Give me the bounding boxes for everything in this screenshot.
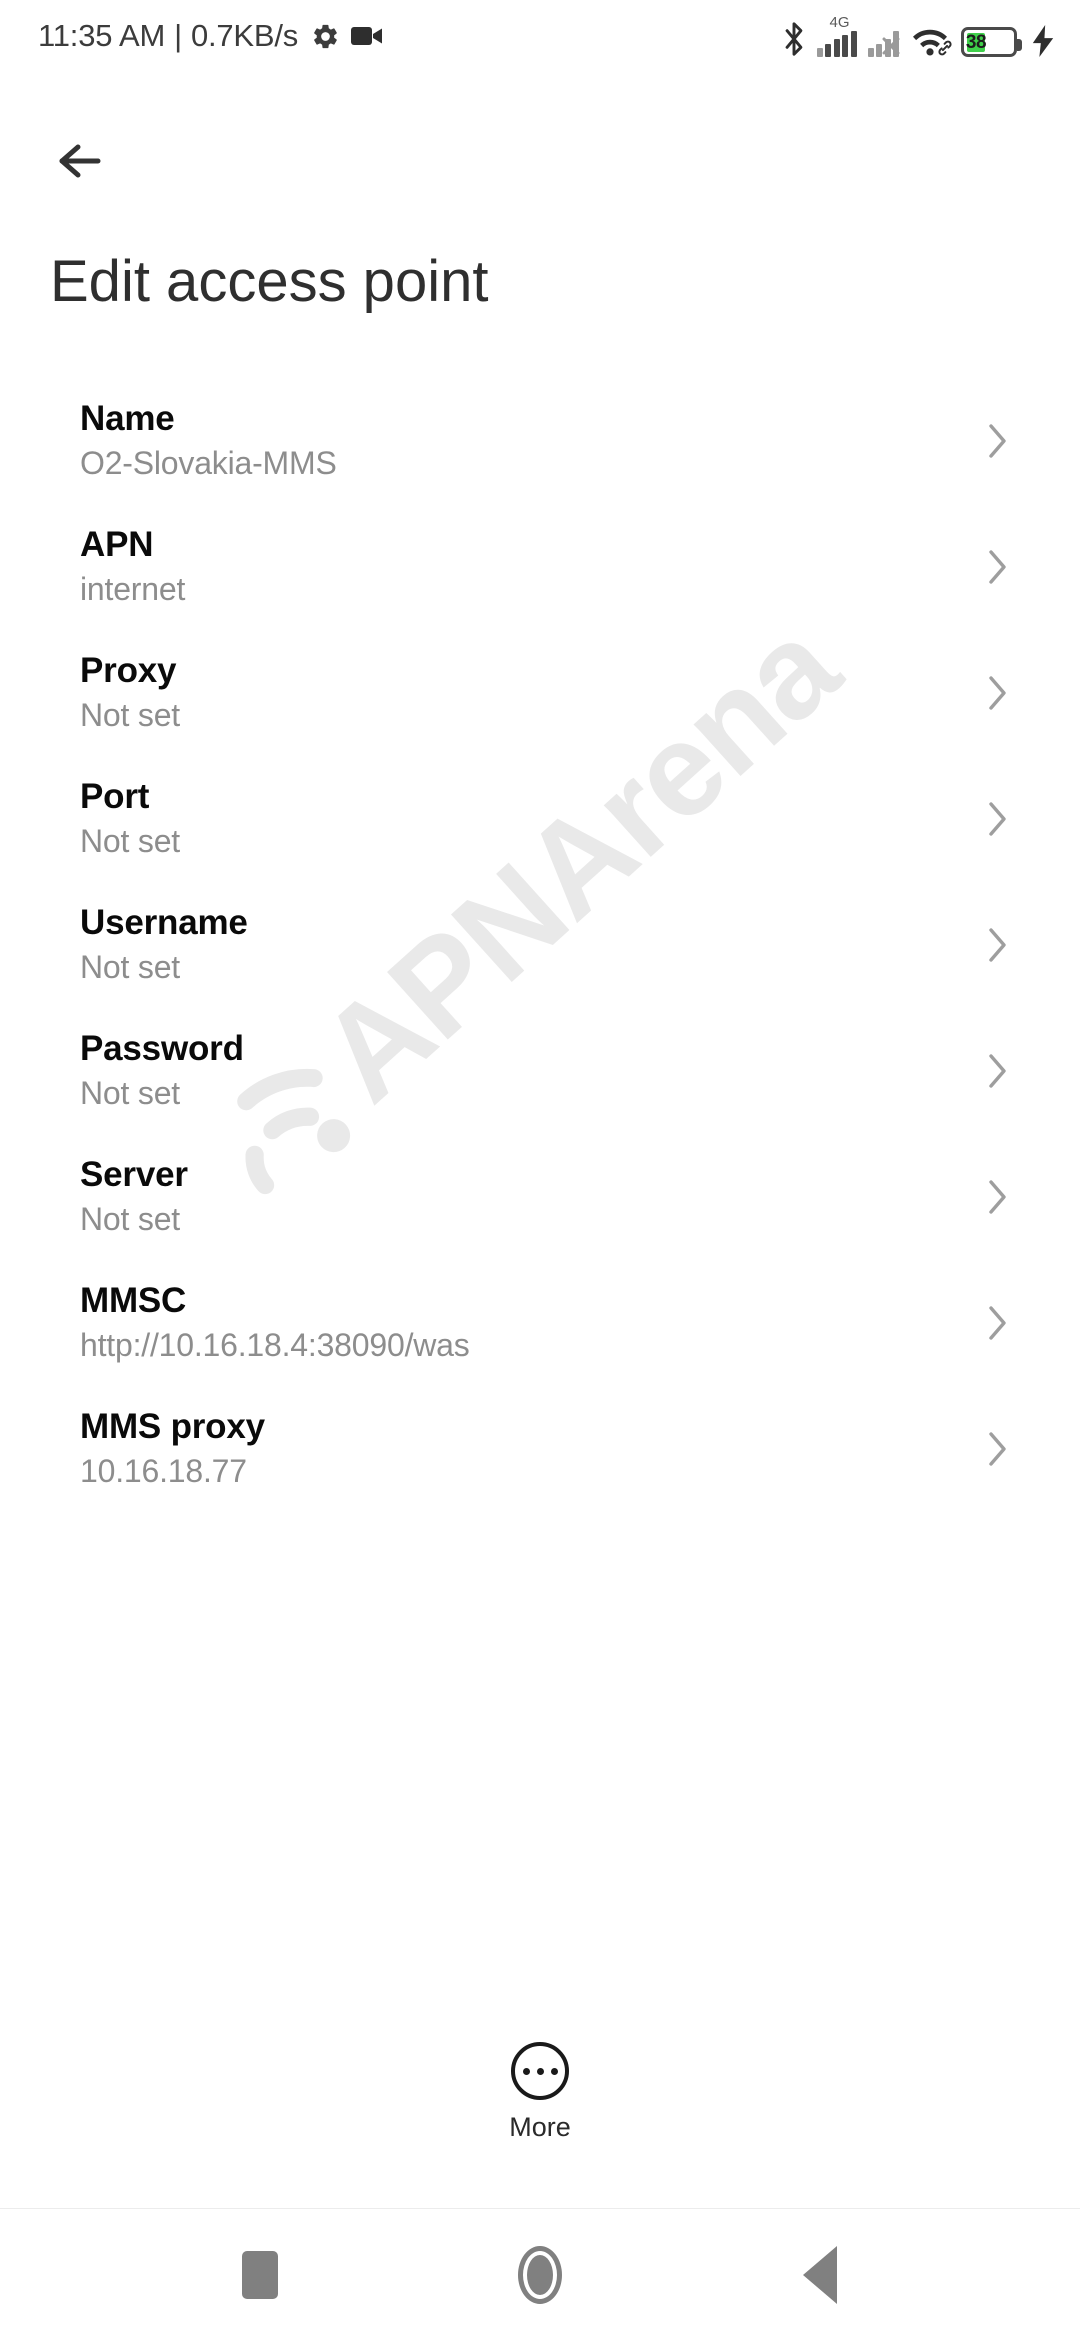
overflow-dots-icon — [511, 2042, 569, 2100]
back-button[interactable] — [42, 125, 118, 201]
settings-list: Name O2-Slovakia-MMS APN internet Proxy … — [0, 378, 1080, 1512]
sim1-signal-group: 4G — [816, 14, 857, 57]
chevron-right-icon — [974, 670, 1020, 716]
settings-row-server[interactable]: Server Not set — [0, 1134, 1080, 1260]
navigation-bar — [0, 2208, 1080, 2340]
chevron-right-icon — [974, 1426, 1020, 1472]
settings-row-username[interactable]: Username Not set — [0, 882, 1080, 1008]
bluetooth-icon — [782, 21, 806, 57]
sim1-network-label: 4G — [829, 14, 850, 31]
row-label: Proxy — [80, 650, 177, 690]
row-value: 10.16.18.77 — [80, 1453, 247, 1490]
row-label: Server — [80, 1154, 188, 1194]
video-camera-icon — [351, 25, 383, 47]
chevron-right-icon — [974, 418, 1020, 464]
battery-percent: 38 — [965, 31, 987, 53]
row-label: Username — [80, 902, 248, 942]
square-recents-icon — [242, 2250, 278, 2299]
chevron-right-icon — [974, 1174, 1020, 1220]
settings-row-proxy[interactable]: Proxy Not set — [0, 630, 1080, 756]
row-value: http://10.16.18.4:38090/was — [80, 1327, 470, 1364]
triangle-back-icon — [803, 2245, 837, 2304]
row-label: APN — [80, 524, 154, 564]
lightning-bolt-icon — [1032, 25, 1054, 57]
settings-row-apn[interactable]: APN internet — [0, 504, 1080, 630]
status-bar: 11:35 AM | 0.7KB/s 4G 38 — [0, 0, 1080, 72]
settings-row-mmsc[interactable]: MMSC http://10.16.18.4:38090/was — [0, 1260, 1080, 1386]
row-label: Name — [80, 398, 175, 438]
chevron-right-icon — [974, 922, 1020, 968]
row-value: O2-Slovakia-MMS — [80, 445, 337, 482]
status-clock: 11:35 AM — [38, 18, 166, 53]
home-button[interactable] — [480, 2215, 600, 2335]
status-network-speed: 0.7KB/s — [190, 18, 299, 53]
row-value: Not set — [80, 1201, 180, 1238]
more-label: More — [509, 2112, 571, 2142]
status-bar-left: 11:35 AM | 0.7KB/s — [38, 18, 383, 54]
status-separator: | — [174, 18, 182, 53]
row-value: Not set — [80, 823, 180, 860]
page-title: Edit access point — [50, 249, 489, 314]
status-bar-right: 4G 38 — [782, 15, 1055, 57]
row-value: Not set — [80, 1075, 180, 1112]
row-label: MMS proxy — [80, 1406, 265, 1446]
row-value: Not set — [80, 697, 180, 734]
back-nav-button[interactable] — [760, 2215, 880, 2335]
gear-icon — [311, 22, 340, 51]
settings-row-name[interactable]: Name O2-Slovakia-MMS — [0, 378, 1080, 504]
row-label: Port — [80, 776, 150, 816]
settings-row-port[interactable]: Port Not set — [0, 756, 1080, 882]
signal-bars-icon — [816, 31, 857, 57]
chevron-right-icon — [974, 544, 1020, 590]
phone-screen: 11:35 AM | 0.7KB/s 4G 38 APNArena Edit a… — [0, 0, 1080, 2340]
battery-icon: 38 — [961, 27, 1022, 57]
row-value: Not set — [80, 949, 180, 986]
signal-bars-no-service-icon — [867, 31, 900, 57]
settings-row-mms-proxy[interactable]: MMS proxy 10.16.18.77 — [0, 1386, 1080, 1512]
row-label: Password — [80, 1028, 244, 1068]
more-button[interactable]: More — [0, 2042, 1080, 2143]
settings-row-password[interactable]: Password Not set — [0, 1008, 1080, 1134]
chevron-right-icon — [974, 796, 1020, 842]
row-label: MMSC — [80, 1280, 187, 1320]
arrow-left-icon — [54, 139, 106, 188]
wifi-icon — [910, 27, 952, 57]
circle-home-icon — [518, 2245, 562, 2304]
chevron-right-icon — [974, 1048, 1020, 1094]
row-value: internet — [80, 571, 186, 608]
chevron-right-icon — [974, 1300, 1020, 1346]
recents-button[interactable] — [200, 2215, 320, 2335]
link-icon — [938, 40, 952, 56]
